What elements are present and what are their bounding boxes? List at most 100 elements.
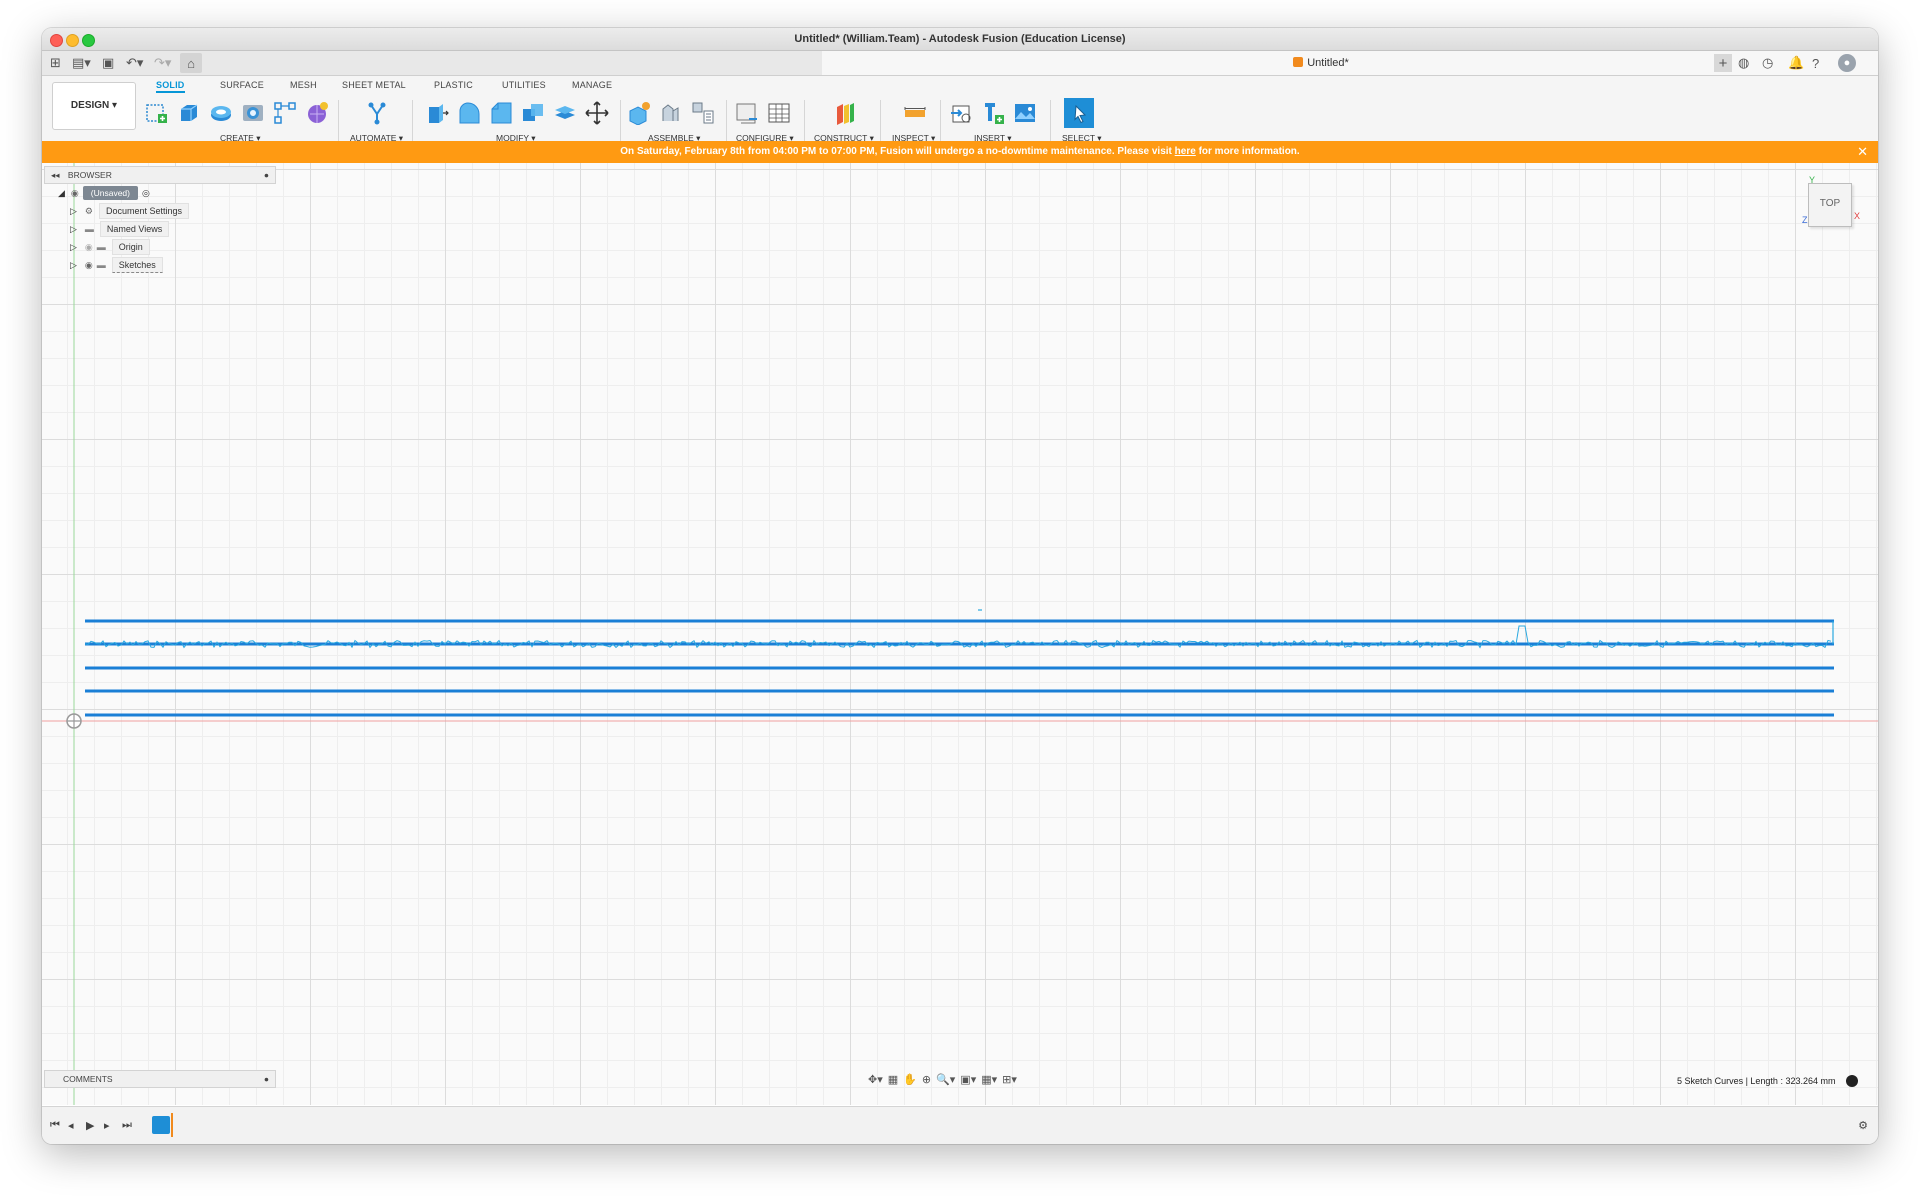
browser-item-label: Sketches: [111, 257, 163, 273]
axis-z-label: Z: [1802, 215, 1808, 225]
chamfer-icon[interactable]: [488, 100, 514, 126]
press-pull-icon[interactable]: [424, 100, 450, 126]
timeline-sketch-feature-icon[interactable]: [152, 1116, 170, 1134]
close-banner-icon[interactable]: ✕: [1857, 141, 1868, 163]
tab-mesh[interactable]: MESH: [290, 80, 317, 90]
select-tool-icon[interactable]: [1064, 98, 1094, 128]
toolbar-divider: [880, 100, 881, 144]
combine-icon[interactable]: [520, 100, 546, 126]
form-icon[interactable]: [304, 100, 330, 126]
browser-item-origin[interactable]: ▷ ◉ ▬ Origin: [70, 239, 150, 255]
automate-icon[interactable]: [364, 100, 390, 126]
insert-mcmaster-icon[interactable]: [980, 100, 1006, 126]
extrude-icon[interactable]: [176, 100, 202, 126]
selection-status: 5 Sketch Curves | Length : 323.264 mm: [1677, 1075, 1858, 1087]
toolbar-divider: [338, 100, 339, 144]
insert-derive-icon[interactable]: [948, 100, 974, 126]
browser-item-document-settings[interactable]: ▷ ⚙ Document Settings: [70, 203, 190, 219]
joint-icon[interactable]: [658, 100, 684, 126]
tab-manage[interactable]: MANAGE: [572, 80, 612, 90]
shell-icon[interactable]: [552, 100, 578, 126]
viewports-icon[interactable]: ⊞▾: [1002, 1073, 1017, 1089]
visibility-eye-icon[interactable]: ◉: [85, 240, 93, 254]
visibility-eye-icon[interactable]: ◉: [71, 186, 79, 200]
panel-pin-icon[interactable]: ●: [264, 167, 269, 183]
browser-item-named-views[interactable]: ▷ ▬ Named Views: [70, 221, 170, 237]
expand-arrow-icon[interactable]: ▷: [70, 222, 77, 236]
browser-header[interactable]: ◂◂ BROWSER ●: [44, 166, 276, 184]
joint-origin-icon[interactable]: [690, 100, 716, 126]
feedback-icon[interactable]: [1846, 1075, 1858, 1087]
visibility-eye-icon[interactable]: ◉: [85, 258, 93, 272]
measure-icon[interactable]: [902, 100, 928, 126]
toolbar-divider: [412, 100, 413, 144]
step-back-icon[interactable]: ◂: [68, 1119, 74, 1132]
workspace-switcher-button[interactable]: DESIGN ▾: [52, 82, 136, 130]
tab-utilities[interactable]: UTILITIES: [502, 80, 546, 90]
grid-settings-icon[interactable]: ▦▾: [981, 1073, 997, 1089]
browser-title: BROWSER: [67, 170, 112, 180]
fusion-document-icon: [1293, 57, 1304, 67]
configuration-table-icon[interactable]: [766, 100, 792, 126]
display-settings-icon[interactable]: ▣▾: [960, 1073, 976, 1089]
step-forward-icon[interactable]: ▸: [104, 1119, 110, 1132]
bell-icon[interactable]: 🔔: [1788, 54, 1804, 72]
close-window-button[interactable]: [50, 34, 63, 47]
insert-canvas-icon[interactable]: [1012, 100, 1038, 126]
browser-item-sketches[interactable]: ▷ ◉ ▬ Sketches: [70, 257, 163, 273]
offset-plane-icon[interactable]: [832, 100, 858, 126]
toolbar-divider: [940, 100, 941, 144]
browser-item-label: Origin: [111, 239, 150, 255]
browser-root-node[interactable]: ◢ ◉ (Unsaved) ◎: [58, 186, 150, 200]
expand-arrow-icon[interactable]: ▷: [70, 240, 77, 254]
revolve-icon[interactable]: [208, 100, 234, 126]
new-tab-icon[interactable]: +: [1714, 54, 1732, 72]
undo-icon[interactable]: ↶▾: [126, 54, 143, 72]
viewcube-top-face[interactable]: TOP: [1808, 183, 1852, 227]
expand-arrow-icon[interactable]: ▷: [70, 204, 77, 218]
canvas-viewport[interactable]: ◂◂ BROWSER ● ◢ ◉ (Unsaved) ◎ ▷ ⚙ Documen…: [42, 163, 1878, 1105]
avatar[interactable]: ●: [1838, 54, 1856, 72]
expand-arrow-icon[interactable]: ▷: [70, 258, 77, 272]
fillet-icon[interactable]: [456, 100, 482, 126]
orbit-icon[interactable]: ✥▾: [868, 1073, 883, 1089]
collapse-arrow-icon[interactable]: ◢: [58, 186, 65, 200]
maximize-window-button[interactable]: [82, 34, 95, 47]
toolbar-divider: [804, 100, 805, 144]
play-icon[interactable]: ▶: [86, 1119, 94, 1132]
activate-radio-icon[interactable]: ◎: [142, 186, 150, 200]
toolbar-divider: [620, 100, 621, 144]
panel-pin-icon[interactable]: ●: [264, 1071, 269, 1087]
save-icon[interactable]: ▣: [102, 54, 114, 72]
fit-icon[interactable]: 🔍▾: [936, 1073, 955, 1089]
extensions-icon[interactable]: ◍: [1738, 54, 1749, 72]
gear-icon[interactable]: ⚙: [1858, 1119, 1868, 1132]
configure-icon[interactable]: [734, 100, 760, 126]
file-icon[interactable]: ▤▾: [72, 54, 91, 72]
go-to-end-icon[interactable]: ⏭: [122, 1119, 132, 1132]
tab-plastic[interactable]: PLASTIC: [434, 80, 473, 90]
move-copy-icon[interactable]: [584, 100, 610, 126]
tab-sheet-metal[interactable]: SHEET METAL: [342, 80, 406, 90]
pan-icon[interactable]: ✋: [903, 1073, 917, 1089]
look-at-icon[interactable]: ▦: [888, 1073, 898, 1089]
new-component-icon[interactable]: [626, 100, 652, 126]
comments-panel[interactable]: COMMENTS ●: [44, 1070, 276, 1088]
minimize-window-button[interactable]: [66, 34, 79, 47]
collapse-panel-icon[interactable]: ◂◂: [51, 170, 60, 180]
data-panel-grid-icon[interactable]: ⊞: [50, 54, 61, 72]
help-icon[interactable]: ?: [1812, 54, 1819, 72]
go-to-start-icon[interactable]: ⏮: [50, 1119, 60, 1132]
hole-icon[interactable]: [240, 100, 266, 126]
redo-icon[interactable]: ↷▾: [154, 54, 171, 72]
home-icon[interactable]: ⌂: [180, 53, 202, 73]
pattern-icon[interactable]: [272, 100, 298, 126]
job-status-icon[interactable]: ◷: [1762, 54, 1773, 72]
toolbar-divider: [1050, 100, 1051, 144]
zoom-icon[interactable]: ⊕: [922, 1073, 931, 1089]
tab-solid[interactable]: SOLID: [156, 80, 185, 93]
create-sketch-icon[interactable]: [144, 100, 170, 126]
banner-link[interactable]: here: [1175, 146, 1196, 157]
timeline-marker[interactable]: [171, 1113, 173, 1137]
tab-surface[interactable]: SURFACE: [220, 80, 264, 90]
